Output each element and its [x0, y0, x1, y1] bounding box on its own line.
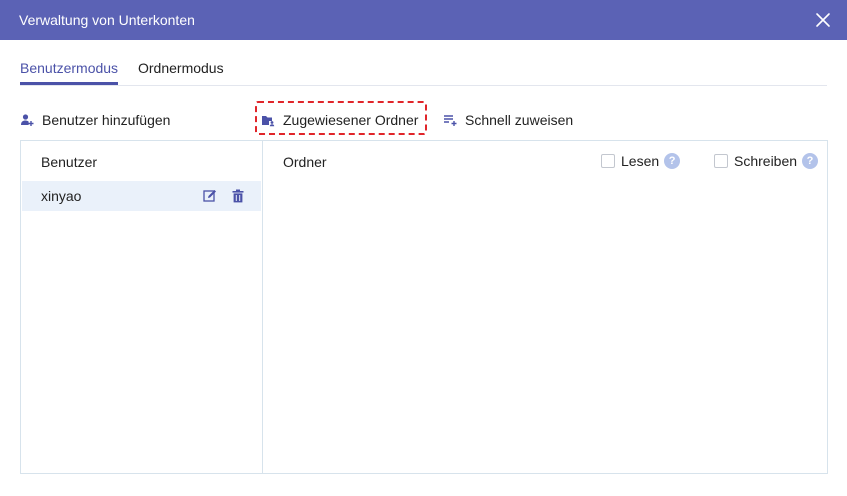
- read-help-icon[interactable]: ?: [664, 153, 681, 169]
- read-permission: Lesen ?: [601, 153, 681, 169]
- assigned-folder-button[interactable]: Zugewiesener Ordner: [261, 111, 418, 129]
- active-tab-indicator: [20, 82, 118, 85]
- mode-tabs: Benutzermodus Ordnermodus: [20, 58, 827, 86]
- add-user-label: Benutzer hinzufügen: [42, 112, 171, 128]
- folder-user-icon: [262, 116, 275, 127]
- add-user-button[interactable]: Benutzer hinzufügen: [20, 111, 170, 129]
- add-user-icon: [21, 114, 34, 126]
- edit-icon[interactable]: [203, 189, 217, 208]
- panel-divider: [262, 141, 263, 473]
- trash-icon[interactable]: [232, 189, 244, 208]
- folder-column-header: Ordner: [283, 154, 327, 170]
- read-label: Lesen: [621, 153, 660, 169]
- users-column-header: Benutzer: [41, 154, 98, 170]
- quick-assign-button[interactable]: Schnell zuweisen: [443, 111, 573, 129]
- user-row[interactable]: xinyao: [22, 181, 261, 211]
- quick-assign-label: Schnell zuweisen: [465, 112, 574, 128]
- close-icon[interactable]: [813, 10, 833, 30]
- write-help-icon[interactable]: ?: [802, 153, 819, 169]
- dialog-title: Verwaltung von Unterkonten: [19, 12, 195, 28]
- dialog-title-bar: Verwaltung von Unterkonten: [0, 0, 847, 40]
- write-label: Schreiben: [734, 153, 798, 169]
- write-checkbox[interactable]: [714, 154, 728, 168]
- assignment-panel: Benutzer xinyao Ordner Lesen ? Schreiben…: [20, 140, 828, 474]
- assigned-folder-label: Zugewiesener Ordner: [283, 112, 419, 128]
- tab-user-mode[interactable]: Benutzermodus: [20, 60, 118, 76]
- tab-folder-mode[interactable]: Ordnermodus: [138, 60, 224, 76]
- quick-assign-icon: [444, 115, 457, 126]
- user-name: xinyao: [41, 188, 82, 204]
- read-checkbox[interactable]: [601, 154, 615, 168]
- write-permission: Schreiben ?: [714, 153, 819, 169]
